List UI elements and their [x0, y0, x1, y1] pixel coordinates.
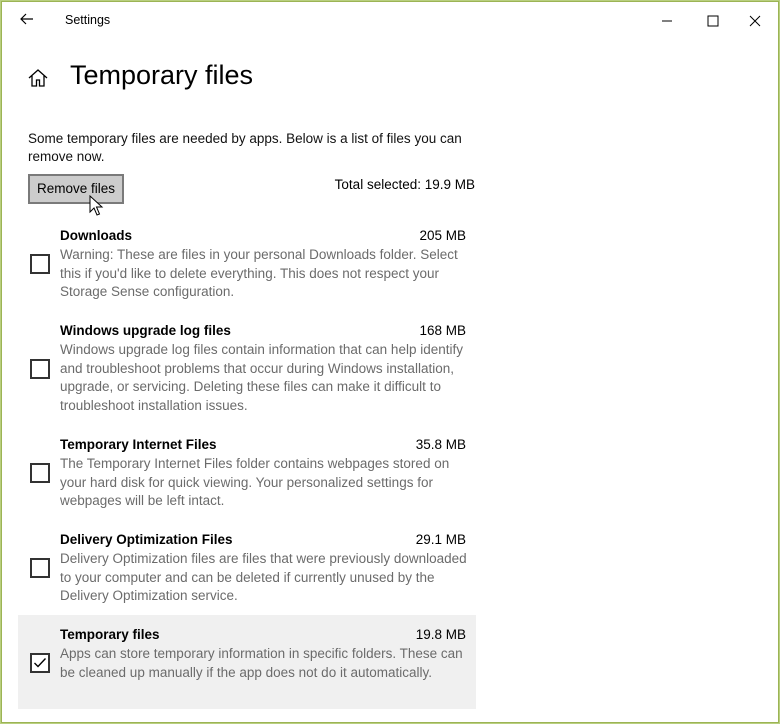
- item-name: Windows upgrade log files: [60, 323, 231, 338]
- total-selected: Total selected: 19.9 MB: [334, 177, 475, 192]
- file-category-item-windows-upgrade-log[interactable]: Windows upgrade log files 168 MB Windows…: [18, 323, 476, 423]
- remove-files-button[interactable]: Remove files: [28, 174, 124, 204]
- close-button[interactable]: [732, 8, 778, 34]
- item-size: 19.8 MB: [415, 627, 466, 642]
- home-icon: [28, 69, 48, 87]
- item-name: Temporary files: [60, 627, 160, 642]
- home-button[interactable]: [26, 66, 50, 90]
- item-name: Temporary Internet Files: [60, 437, 217, 452]
- item-description: Warning: These are files in your persona…: [60, 247, 458, 300]
- item-size: 35.8 MB: [415, 437, 466, 452]
- item-description: Apps can store temporary information in …: [60, 646, 463, 680]
- mouse-cursor-icon: [89, 195, 104, 216]
- back-button[interactable]: [12, 8, 44, 32]
- minimize-icon: [662, 20, 672, 22]
- checkbox-windows-upgrade-log[interactable]: [30, 359, 50, 379]
- file-category-item-downloads[interactable]: Downloads 205 MB Warning: These are file…: [18, 228, 476, 310]
- checkbox-temporary-internet-files[interactable]: [30, 463, 50, 483]
- app-title: Settings: [65, 13, 111, 27]
- maximize-button[interactable]: [690, 8, 736, 34]
- page-title: Temporary files: [70, 60, 254, 90]
- title-bar: Settings: [2, 2, 778, 38]
- intro-text: Some temporary files are needed by apps.…: [28, 131, 462, 164]
- item-name: Delivery Optimization Files: [60, 532, 233, 547]
- checkbox-delivery-optimization[interactable]: [30, 558, 50, 578]
- checkbox-temporary-files[interactable]: [30, 653, 50, 673]
- minimize-button[interactable]: [644, 8, 690, 34]
- file-category-item-delivery-optimization[interactable]: Delivery Optimization Files 29.1 MB Deli…: [18, 532, 476, 614]
- file-category-item-temporary-files[interactable]: Temporary files 19.8 MB Apps can store t…: [18, 615, 476, 709]
- back-arrow-icon: [20, 13, 33, 25]
- close-icon: [749, 15, 761, 27]
- checkmark-icon: [34, 658, 47, 668]
- item-description: The Temporary Internet Files folder cont…: [60, 456, 450, 509]
- checkbox-downloads[interactable]: [30, 254, 50, 274]
- item-size: 168 MB: [419, 323, 466, 338]
- item-description: Delivery Optimization files are files th…: [60, 551, 467, 604]
- item-size: 205 MB: [419, 228, 466, 243]
- file-category-item-temporary-internet-files[interactable]: Temporary Internet Files 35.8 MB The Tem…: [18, 437, 476, 519]
- item-name: Downloads: [60, 228, 133, 243]
- item-description: Windows upgrade log files contain inform…: [60, 342, 463, 414]
- settings-window: Settings Temporary files Some temporary …: [1, 1, 779, 723]
- maximize-icon: [707, 15, 719, 27]
- item-size: 29.1 MB: [415, 532, 466, 547]
